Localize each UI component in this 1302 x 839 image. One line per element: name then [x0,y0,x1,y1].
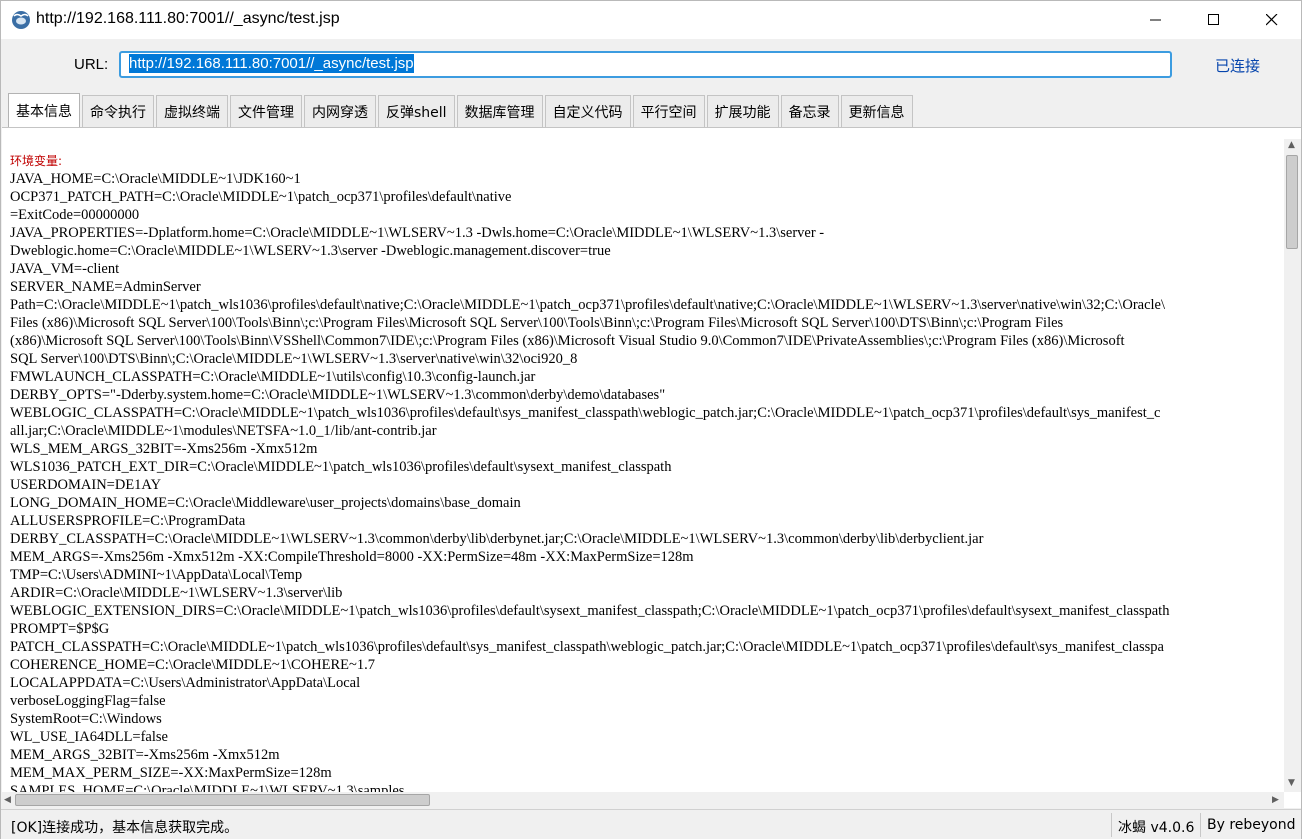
env-line: MEM_ARGS_32BIT=-Xms256m -Xmx512m [10,747,280,763]
env-line: SystemRoot=C:\Windows [10,711,162,727]
env-line: COHERENCE_HOME=C:\Oracle\MIDDLE~1\COHERE… [10,657,375,673]
author-label: By rebeyond [1200,813,1302,837]
tab-virtual-terminal[interactable]: 虚拟终端 [156,95,228,127]
minimize-button[interactable] [1127,1,1185,39]
tab-file-manager[interactable]: 文件管理 [230,95,302,127]
env-line: JAVA_HOME=C:\Oracle\MIDDLE~1\JDK160~1 [10,171,301,187]
env-line: =ExitCode=00000000 [10,207,140,223]
tab-custom-code[interactable]: 自定义代码 [544,95,631,127]
scroll-up-icon[interactable]: ▲ [1288,141,1295,150]
env-line: JAVA_PROPERTIES=-Dplatform.home=C:\Oracl… [10,225,825,241]
env-line: WL_USE_IA64DLL=false [10,729,168,745]
env-line: LONG_DOMAIN_HOME=C:\Oracle\Middleware\us… [10,495,521,511]
env-line: WLS_MEM_ARGS_32BIT=-Xms256m -Xmx512m [10,441,318,457]
vertical-scroll-thumb[interactable] [1286,155,1298,249]
env-line: TMP=C:\Users\ADMINI~1\AppData\Local\Temp [10,567,303,583]
env-line: Files (x86)\Microsoft SQL Server\100\Too… [10,315,1064,331]
env-line: (x86)\Microsoft SQL Server\100\Tools\Bin… [10,333,1125,349]
tab-bar: 基本信息 命令执行 虚拟终端 文件管理 内网穿透 反弹shell 数据库管理 自… [8,93,915,127]
version-label: 冰蝎 v4.0.6 [1111,813,1200,837]
connection-status[interactable]: 已连接 [1215,55,1260,76]
close-button[interactable] [1243,1,1301,39]
env-line: SERVER_NAME=AdminServer [10,279,201,295]
title-bar[interactable]: http://192.168.111.80:7001//_async/test.… [1,1,1301,39]
env-line: WEBLOGIC_CLASSPATH=C:\Oracle\MIDDLE~1\pa… [10,405,1161,421]
tab-command-exec[interactable]: 命令执行 [82,95,154,127]
content-panel: 环境变量: JAVA_HOME=C:\Oracle\MIDDLE~1\JDK16… [2,127,1301,808]
env-line: PATCH_CLASSPATH=C:\Oracle\MIDDLE~1\patch… [10,639,1164,655]
env-line: USERDOMAIN=DE1AY [10,477,162,493]
status-message: [OK]连接成功，基本信息获取完成。 [11,820,239,836]
scroll-right-icon[interactable]: ▶ [1272,796,1279,805]
tab-update-info[interactable]: 更新信息 [840,95,913,127]
horizontal-scroll-thumb[interactable] [15,794,430,806]
url-input[interactable]: http://192.168.111.80:7001//_async/test.… [119,51,1172,78]
env-line: MEM_ARGS=-Xms256m -Xmx512m -XX:CompileTh… [10,549,694,565]
env-line: PROMPT=$P$G [10,621,110,637]
env-line: LOCALAPPDATA=C:\Users\Administrator\AppD… [10,675,361,691]
env-line: verboseLoggingFlag=false [10,693,166,709]
tab-basic-info[interactable]: 基本信息 [8,93,80,127]
tab-extensions[interactable]: 扩展功能 [706,95,779,127]
url-label: URL: [74,56,109,73]
window-title: http://192.168.111.80:7001//_async/test.… [36,10,340,27]
tab-memo[interactable]: 备忘录 [780,95,839,127]
env-line: ARDIR=C:\Oracle\MIDDLE~1\WLSERV~1.3\serv… [10,585,343,601]
maximize-icon [1208,14,1219,25]
status-bar: [OK]连接成功，基本信息获取完成。 冰蝎 v4.0.6 By rebeyond [1,809,1301,839]
close-icon [1266,14,1278,26]
url-value: http://192.168.111.80:7001//_async/test.… [129,54,414,73]
env-line: DERBY_OPTS="-Dderby.system.home=C:\Oracl… [10,387,666,403]
env-line: MEM_MAX_PERM_SIZE=-XX:MaxPermSize=128m [10,765,332,781]
env-text-area[interactable]: 环境变量: JAVA_HOME=C:\Oracle\MIDDLE~1\JDK16… [10,152,1284,792]
env-line: OCP371_PATCH_PATH=C:\Oracle\MIDDLE~1\pat… [10,189,512,205]
env-line: WLS1036_PATCH_EXT_DIR=C:\Oracle\MIDDLE~1… [10,459,672,475]
app-window: http://192.168.111.80:7001//_async/test.… [0,0,1302,839]
tab-parallel-space[interactable]: 平行空间 [632,95,705,127]
env-line: Path=C:\Oracle\MIDDLE~1\patch_wls1036\pr… [10,297,1166,313]
scroll-down-icon[interactable]: ▼ [1288,779,1295,788]
minimize-icon [1150,19,1161,21]
env-heading: 环境变量: [10,154,63,168]
env-line: ALLUSERSPROFILE=C:\ProgramData [10,513,246,529]
env-line: Dweblogic.home=C:\Oracle\MIDDLE~1\WLSERV… [10,243,611,259]
tab-tunnel[interactable]: 内网穿透 [304,95,376,127]
scorpion-app-icon [12,11,30,29]
scroll-left-icon[interactable]: ◀ [4,796,11,805]
tab-reverse-shell[interactable]: 反弹shell [378,95,455,127]
url-row: URL: http://192.168.111.80:7001//_async/… [1,39,1301,91]
env-line: JAVA_VM=-client [10,261,120,277]
env-line: SQL Server\100\DTS\Binn\;C:\Oracle\MIDDL… [10,351,578,367]
env-line: WEBLOGIC_EXTENSION_DIRS=C:\Oracle\MIDDLE… [10,603,1170,619]
env-line: DERBY_CLASSPATH=C:\Oracle\MIDDLE~1\WLSER… [10,531,984,547]
tab-database[interactable]: 数据库管理 [456,95,543,127]
env-line: FMWLAUNCH_CLASSPATH=C:\Oracle\MIDDLE~1\u… [10,369,536,385]
env-line: all.jar;C:\Oracle\MIDDLE~1\modules\NETSF… [10,423,437,439]
env-line: SAMPLES_HOME=C:\Oracle\MIDDLE~1\WLSERV~1… [10,783,405,792]
maximize-button[interactable] [1185,1,1243,39]
